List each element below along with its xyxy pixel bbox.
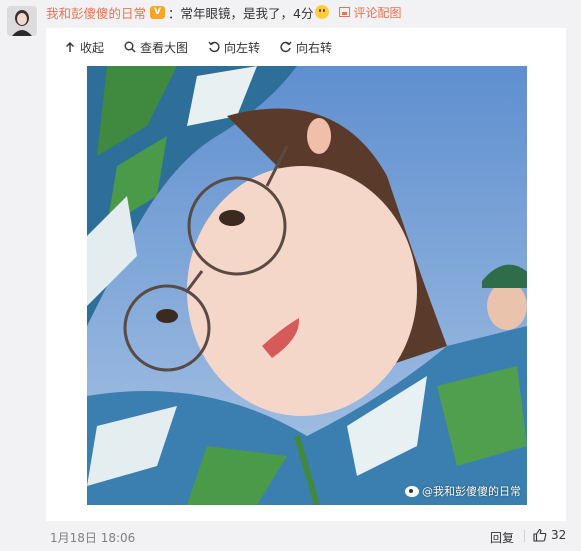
collapse-button[interactable]: 收起 (64, 39, 104, 56)
reply-pic-link[interactable]: 评论配图 (339, 4, 402, 21)
watermark-text: @我和彭傻傻的日常 (422, 485, 521, 498)
arrow-up-icon (64, 41, 76, 53)
reply-pic-label: 评论配图 (353, 5, 402, 20)
photo-watermark: @我和彭傻傻的日常 (405, 483, 521, 499)
timestamp: 1月18日 18:06 (50, 531, 136, 545)
like-count: 32 (551, 528, 567, 542)
view-large-label: 查看大图 (140, 40, 189, 55)
comment-footer: 1月18日 18:06 回复 32 (46, 527, 572, 545)
search-icon (124, 41, 136, 53)
blush-face-icon (315, 5, 330, 19)
rotate-left-label: 向左转 (224, 40, 261, 55)
collapse-label: 收起 (80, 40, 105, 55)
image-card: 收起 查看大图 向左转 向右转 @我和彭傻傻的日常 (46, 28, 566, 521)
comment-line: 我和彭傻傻的日常 V ：常年眼镜，是我了，4分 评论配图 (46, 3, 402, 21)
comment-page: 我和彭傻傻的日常 V ：常年眼镜，是我了，4分 评论配图 收起 查看大图 向左转… (0, 0, 581, 551)
comment-photo[interactable]: @我和彭傻傻的日常 (87, 66, 527, 505)
thumbs-up-icon (533, 528, 547, 542)
rotate-left-icon (208, 41, 220, 53)
selfie-photo-illustration (87, 66, 527, 505)
rotate-right-icon (280, 41, 292, 53)
image-toolbar: 收起 查看大图 向左转 向右转 (46, 28, 566, 66)
rotate-left-button[interactable]: 向左转 (208, 39, 260, 56)
picture-icon (339, 7, 351, 17)
rotate-right-button[interactable]: 向右转 (280, 39, 332, 56)
reply-button[interactable]: 回复 (490, 529, 514, 546)
vip-badge-icon: V (150, 5, 166, 19)
rotate-right-label: 向右转 (296, 40, 333, 55)
username-link[interactable]: 我和彭傻傻的日常 (46, 3, 146, 22)
avatar[interactable] (7, 6, 37, 36)
view-large-button[interactable]: 查看大图 (124, 39, 188, 56)
divider (524, 530, 525, 542)
comment-text: ：常年眼镜，是我了，4分 (168, 5, 314, 21)
like-button[interactable]: 32 (533, 528, 566, 542)
weibo-logo-icon (405, 485, 419, 497)
